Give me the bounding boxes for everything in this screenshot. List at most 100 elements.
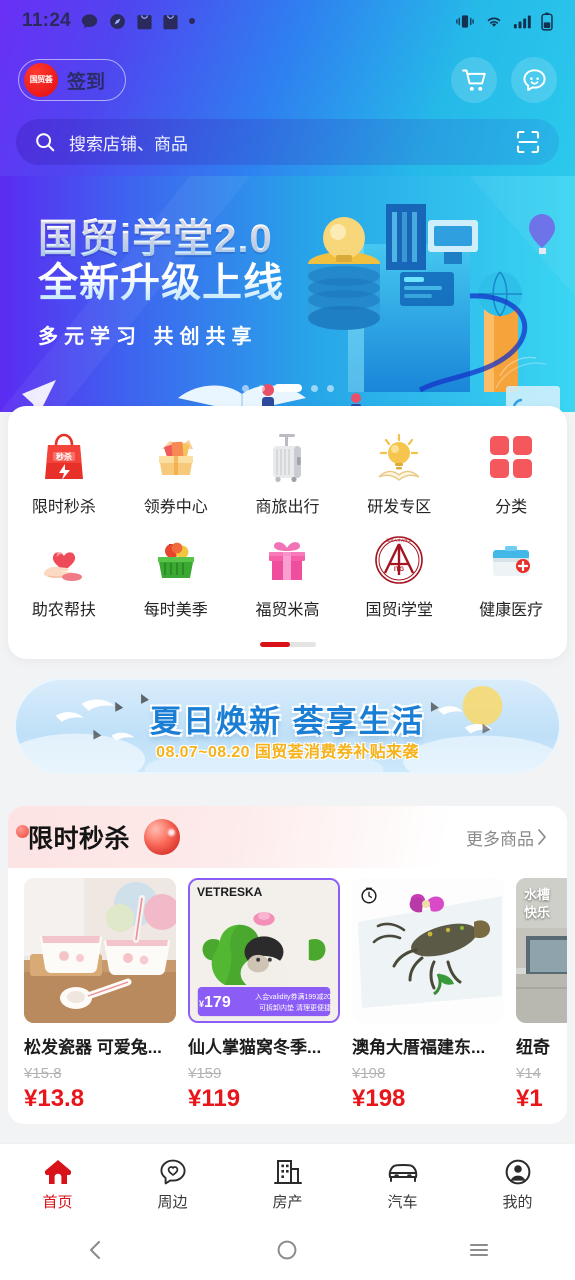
bottom-tab-bar: 首页 周边 房产 汽车 我的 [0,1143,575,1225]
quick-entry-label: 助农帮扶 [31,602,96,619]
product-card[interactable]: 水槽 快乐 纽奇 ¥14 ¥1 [516,878,567,1113]
coupon-box-icon [147,428,205,486]
quick-entry-rd-zone[interactable]: 研发专区 [343,420,455,517]
header-actions [451,57,557,103]
product-card[interactable]: 澳角大厝福建东... ¥198 ¥198 [352,878,504,1113]
suitcase-icon [258,428,316,486]
timer-icon [360,886,378,909]
quick-entry-fumao-migao[interactable]: 福贸米高 [232,523,344,620]
banner-line-1: 国贸i学堂2.0 [38,217,284,261]
signin-label: 签到 [67,71,106,93]
grid-scroll-indicator[interactable] [259,642,316,647]
promo-title: 夏日焕新 荟享生活 [150,704,425,739]
system-back-button[interactable] [83,1237,109,1268]
quick-entry-farm-support[interactable]: 助农帮扶 [8,523,120,620]
product-strip[interactable]: 松发瓷器 可爱兔... ¥15.8 ¥13.8 VETRESKA ¥179 入会… [8,868,567,1113]
more-products-link[interactable]: 更多商品 [466,825,547,850]
product-image [352,878,504,1023]
carousel-dot[interactable] [310,384,318,392]
quick-entry-itg-academy[interactable]: ITG 国贸人才大学堂 国贸i学堂 [343,523,455,620]
scan-code-icon[interactable] [515,129,541,155]
tab-label: 首页 [42,1193,73,1211]
product-old-price: ¥159 [188,1065,222,1082]
product-card[interactable]: 松发瓷器 可爱兔... ¥15.8 ¥13.8 [24,878,176,1113]
category-grid-icon [482,428,540,486]
carousel-dot-active[interactable] [273,384,302,392]
flash-sale-bag-icon: 秒杀 [35,428,93,486]
tab-home[interactable]: 首页 [0,1158,115,1212]
system-navigation-bar [0,1225,575,1280]
tab-mine[interactable]: 我的 [460,1158,575,1212]
tab-label: 房产 [272,1193,303,1211]
product-brand-tag: VETRESKA [197,885,263,899]
system-recents-button[interactable] [466,1237,492,1268]
quick-entry-coupon-center[interactable]: 领券中心 [120,420,232,517]
product-name: 仙人掌猫窝冬季... [188,1038,322,1057]
heart-chat-icon [159,1159,186,1184]
battery-icon [541,12,553,31]
vibrate-icon [456,14,474,28]
tab-real-estate[interactable]: 房产 [230,1158,345,1212]
shopping-cart-icon [461,69,486,91]
dot-icon [189,18,196,24]
quick-entry-grid: 秒杀 限时秒杀 领券中心 商旅出行 研发专区 分类 助农帮扶 每时美季 福贸米高… [8,406,567,659]
quick-entry-category[interactable]: 分类 [455,420,567,517]
product-badge-note-1: 入会validity券满199减20 [255,994,331,1001]
cart-button[interactable] [451,57,497,103]
product-badge-price: ¥179 [199,994,231,1011]
product-overlay-text-1: 水槽 [524,887,551,902]
red-sphere-icon [144,819,181,855]
search-bar[interactable]: 搜索店铺、商品 [16,119,559,165]
quick-entry-label: 商旅出行 [255,499,320,516]
svg-text:秒杀: 秒杀 [56,452,72,462]
quick-entry-health-medical[interactable]: 健康医疗 [455,523,567,620]
tab-nearby[interactable]: 周边 [115,1158,230,1212]
promo-carousel[interactable]: 国贸i学堂2.0 全新升级上线 多元学习 共创共享 [0,176,575,412]
tab-label: 我的 [502,1193,533,1211]
summer-promo-banner[interactable]: 夏日焕新 荟享生活 08.07~08.20 国贸荟消费券补贴来袭 [14,678,561,774]
quick-entry-label: 国贸i学堂 [365,602,434,619]
chat-button[interactable] [511,57,557,103]
flash-sale-section: 限时秒杀 更多商品 松发瓷器 可爱兔... ¥15.8 ¥13.8 VETRES… [8,806,567,1124]
product-overlay-text-2: 快乐 [524,905,551,920]
tab-auto[interactable]: 汽车 [345,1158,460,1212]
carousel-dot[interactable] [257,384,265,392]
quick-entry-label: 福贸米高 [255,602,320,619]
tab-label: 汽车 [387,1193,418,1211]
lightbulb-book-icon [370,428,428,486]
product-name: 松发瓷器 可爱兔... [24,1038,162,1057]
search-icon [36,133,55,152]
more-products-label: 更多商品 [466,829,534,849]
quick-entry-flash-sale[interactable]: 秒杀 限时秒杀 [8,420,120,517]
quick-entry-label: 健康医疗 [479,602,544,619]
compass-icon [110,13,125,29]
search-input[interactable]: 搜索店铺、商品 [69,130,515,155]
carousel-dot[interactable] [241,384,249,392]
shopping-bag-icon [137,14,152,29]
carousel-dot[interactable] [326,384,334,392]
signin-button[interactable]: 国贸荟 签到 [18,59,127,101]
quick-entry-business-travel[interactable]: 商旅出行 [232,420,344,517]
shopping-bag-icon [163,14,178,29]
carousel-dots[interactable] [241,384,334,392]
product-card[interactable]: VETRESKA ¥179 入会validity券满199减20 可拆卸内垫 清… [188,878,340,1113]
chat-bubble-icon [522,68,546,91]
itg-seal-icon: ITG 国贸人才大学堂 [370,531,428,589]
product-image: 水槽 快乐 [516,878,567,1023]
car-icon [388,1163,417,1182]
quick-entry-fresh-season[interactable]: 每时美季 [120,523,232,620]
svg-text:ITG: ITG [394,567,404,573]
brand-logo: 国贸荟 [24,63,58,97]
medical-kit-icon [482,531,540,589]
product-old-price: ¥198 [352,1065,386,1082]
svg-text:国贸人才大学堂: 国贸人才大学堂 [387,537,413,542]
wifi-icon [487,17,501,27]
status-bar-right [455,12,553,31]
tab-label: 周边 [157,1193,188,1211]
banner-line-2: 全新升级上线 [38,261,284,306]
product-old-price: ¥15.8 [24,1065,62,1082]
building-icon [273,1159,302,1184]
system-home-button[interactable] [274,1237,300,1268]
quick-entry-row-1: 秒杀 限时秒杀 领券中心 商旅出行 研发专区 分类 [8,420,567,517]
product-new-price: ¥13.8 [24,1085,85,1112]
